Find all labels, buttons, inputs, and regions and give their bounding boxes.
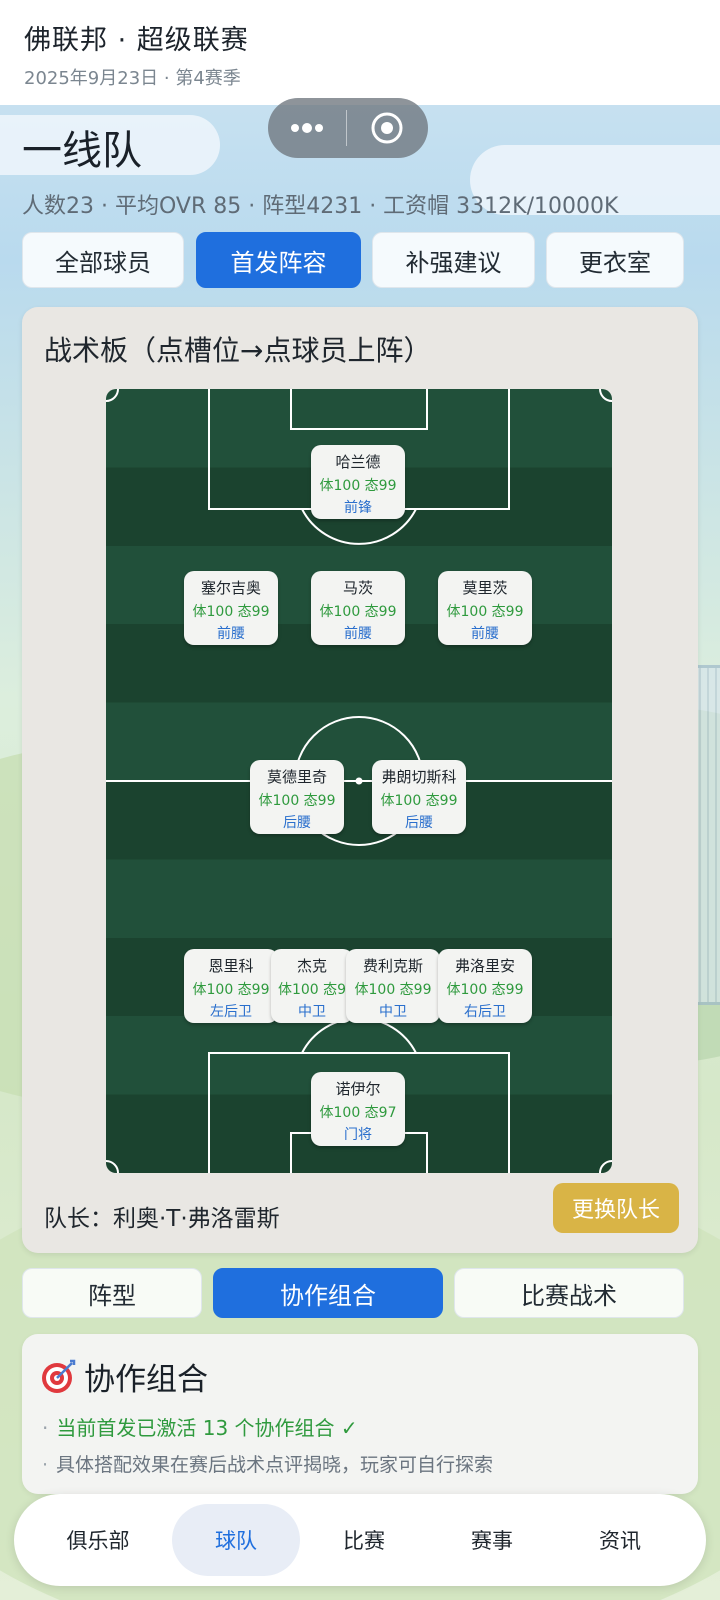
player-name: 诺伊尔	[335, 1080, 381, 1098]
app-header: 佛联邦 · 超级联赛 2025年9月23日 · 第4赛季	[0, 0, 720, 105]
player-position: 前腰	[471, 626, 499, 642]
player-position: 门将	[344, 1127, 372, 1143]
player-stats: 体100 态99	[192, 604, 270, 620]
combo-active-text: 当前首发已激活 13 个协作组合 ✓	[56, 1416, 358, 1440]
player-position: 中卫	[298, 1004, 326, 1020]
close-miniprogram-button[interactable]	[347, 98, 427, 158]
league-title: 佛联邦 · 超级联赛	[24, 25, 249, 56]
tab-reinforcement[interactable]: 补强建议	[372, 232, 535, 288]
player-slot-cb-left[interactable]: 杰克 体100 态9 中卫	[271, 949, 353, 1023]
player-slot-rb[interactable]: 弗洛里安 体100 态99 右后卫	[438, 949, 532, 1023]
football-pitch: 哈兰德 体100 态99 前锋 塞尔吉奥 体100 态99 前腰 马茨 体100…	[106, 389, 612, 1173]
player-stats: 体100 态99	[380, 793, 458, 809]
miniprogram-capsule	[268, 98, 428, 158]
player-slot-lb[interactable]: 恩里科 体100 态99 左后卫	[184, 949, 278, 1023]
bullet-dot: ·	[42, 1416, 49, 1440]
player-slot-cdm-left[interactable]: 莫德里奇 体100 态99 后腰	[250, 760, 344, 834]
player-position: 前腰	[344, 626, 372, 642]
player-position: 左后卫	[210, 1004, 252, 1020]
tab-all-players[interactable]: 全部球员	[22, 232, 184, 288]
more-menu-button[interactable]	[268, 98, 346, 158]
player-stats: 体100 态97	[319, 1105, 397, 1121]
captain-label: 队长：利奥·T·弗洛雷斯	[44, 1206, 280, 1232]
bullet-dot: ·	[42, 1454, 49, 1476]
combo-hint-line: · 具体搭配效果在赛后战术点评揭晓，玩家可自行探索	[42, 1450, 493, 1477]
player-name: 恩里科	[208, 957, 254, 975]
player-stats: 体100 态99	[446, 982, 524, 998]
player-stats: 体100 态99	[192, 982, 270, 998]
target-close-icon	[371, 112, 403, 144]
team-stats: 人数23 · 平均OVR 85 · 阵型4231 · 工资帽 3312K/100…	[22, 194, 619, 219]
player-name: 塞尔吉奥	[200, 579, 261, 597]
player-name: 哈兰德	[335, 453, 381, 471]
tab-formation[interactable]: 阵型	[22, 1268, 202, 1318]
combo-card: 协作组合 · 当前首发已激活 13 个协作组合 ✓ · 具体搭配效果在赛后战术点评揭…	[22, 1334, 698, 1494]
player-slot-st[interactable]: 哈兰德 体100 态99 前锋	[311, 445, 405, 519]
player-name: 费利克斯	[362, 957, 423, 975]
player-slot-cam-left[interactable]: 塞尔吉奥 体100 态99 前腰	[184, 571, 278, 645]
nav-events[interactable]: 赛事	[428, 1504, 556, 1576]
player-position: 右后卫	[464, 1004, 506, 1020]
more-dots-icon	[291, 123, 323, 133]
combo-hint-text: 具体搭配效果在赛后战术点评揭晓，玩家可自行探索	[56, 1454, 494, 1476]
player-name: 杰克	[296, 957, 327, 975]
combo-title: 协作组合	[84, 1362, 208, 1398]
player-name: 莫德里奇	[266, 768, 327, 786]
player-position: 前腰	[217, 626, 245, 642]
player-stats: 体100 态99	[354, 982, 432, 998]
player-stats: 体100 态99	[446, 604, 524, 620]
nav-news[interactable]: 资讯	[556, 1504, 684, 1576]
bottom-tab-bar: 俱乐部 球队 比赛 赛事 资讯	[14, 1494, 706, 1586]
tab-locker-room[interactable]: 更衣室	[546, 232, 684, 288]
player-slot-gk[interactable]: 诺伊尔 体100 态97 门将	[311, 1072, 405, 1146]
combo-header: 协作组合	[40, 1354, 208, 1399]
tab-match-tactics[interactable]: 比赛战术	[454, 1268, 684, 1318]
nav-club[interactable]: 俱乐部	[34, 1504, 162, 1576]
player-stats: 体100 态99	[258, 793, 336, 809]
player-slot-cam-right[interactable]: 莫里茨 体100 态99 前腰	[438, 571, 532, 645]
target-icon	[42, 1359, 76, 1393]
board-title: 战术板（点槽位→点球员上阵）	[44, 334, 432, 367]
nav-match[interactable]: 比赛	[300, 1504, 428, 1576]
nav-team[interactable]: 球队	[172, 1504, 300, 1576]
player-position: 后腰	[283, 815, 311, 831]
change-captain-button[interactable]: 更换队长	[553, 1183, 679, 1233]
player-position: 前锋	[344, 500, 372, 516]
player-name: 弗朗切斯科	[381, 768, 457, 786]
combo-active-line: · 当前首发已激活 13 个协作组合 ✓	[42, 1412, 358, 1441]
tab-starting-lineup[interactable]: 首发阵容	[196, 232, 361, 288]
tab-combos[interactable]: 协作组合	[213, 1268, 443, 1318]
player-slot-cdm-right[interactable]: 弗朗切斯科 体100 态99 后腰	[372, 760, 466, 834]
player-position: 后腰	[405, 815, 433, 831]
page-title: 一线队	[22, 128, 142, 174]
tactics-board: 战术板（点槽位→点球员上阵） 哈兰德 体100 态99 前锋 塞尔吉奥 体100…	[22, 307, 698, 1253]
player-name: 马茨	[342, 579, 373, 597]
player-stats: 体100 态99	[319, 478, 397, 494]
player-name: 弗洛里安	[454, 957, 515, 975]
player-slot-cam-center[interactable]: 马茨 体100 态99 前腰	[311, 571, 405, 645]
season-date: 2025年9月23日 · 第4赛季	[24, 68, 241, 89]
player-stats: 体100 态99	[319, 604, 397, 620]
player-slot-cb-right[interactable]: 费利克斯 体100 态99 中卫	[346, 949, 440, 1023]
player-name: 莫里茨	[462, 579, 508, 597]
player-position: 中卫	[379, 1004, 407, 1020]
player-stats: 体100 态9	[277, 982, 347, 998]
